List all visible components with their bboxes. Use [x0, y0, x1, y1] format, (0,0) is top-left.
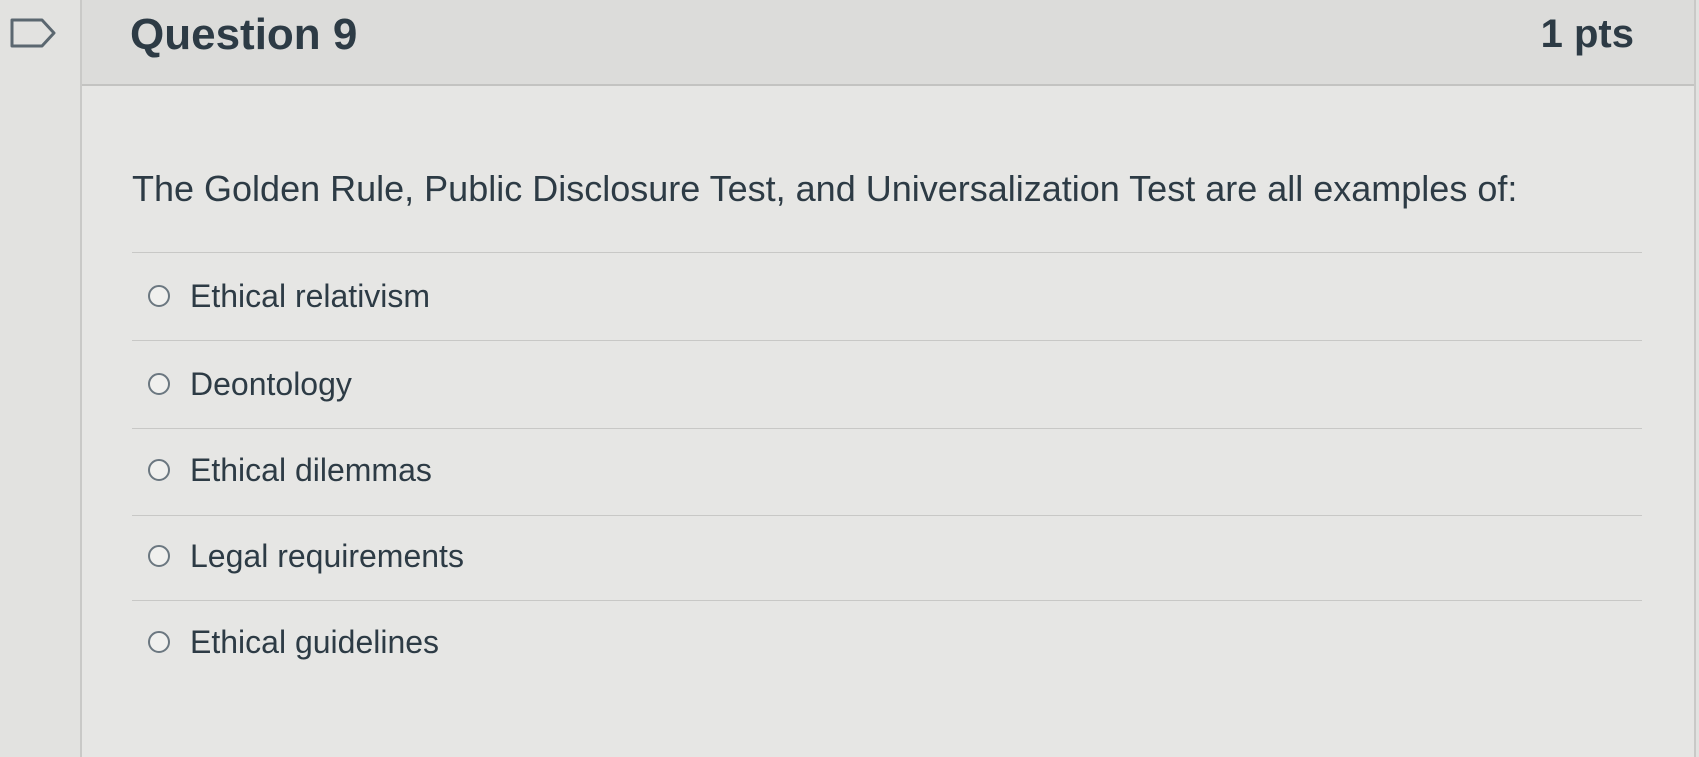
- question-header: Question 9 1 pts: [82, 0, 1694, 86]
- answer-label: Deontology: [190, 365, 352, 402]
- question-text: The Golden Rule, Public Disclosure Test,…: [132, 168, 1518, 209]
- answer-label: Ethical dilemmas: [190, 451, 432, 488]
- radio-unchecked-icon[interactable]: [148, 373, 170, 395]
- answer-label: Legal requirements: [190, 537, 464, 574]
- question-points: 1 pts: [1540, 12, 1634, 56]
- divider: [132, 252, 1642, 253]
- radio-unchecked-icon[interactable]: [148, 631, 170, 653]
- answer-option[interactable]: Ethical dilemmas: [148, 442, 1548, 498]
- answer-option[interactable]: Ethical relativism: [148, 268, 1548, 324]
- radio-unchecked-icon[interactable]: [148, 285, 170, 307]
- flag-question-icon[interactable]: [10, 18, 56, 48]
- divider: [132, 428, 1642, 429]
- radio-unchecked-icon[interactable]: [148, 545, 170, 567]
- answer-option[interactable]: Legal requirements: [148, 528, 1548, 584]
- question-title: Question 9: [130, 10, 358, 59]
- quiz-page: Question 9 1 pts The Golden Rule, Public…: [0, 0, 1699, 757]
- divider: [132, 600, 1642, 601]
- answer-option[interactable]: Ethical guidelines: [148, 614, 1548, 670]
- answer-label: Ethical relativism: [190, 277, 431, 314]
- divider: [132, 340, 1642, 341]
- divider: [132, 515, 1642, 516]
- answer-label: Ethical guidelines: [190, 623, 440, 660]
- answer-option[interactable]: Deontology: [148, 356, 1548, 412]
- radio-unchecked-icon[interactable]: [148, 459, 170, 481]
- question-card: Question 9 1 pts The Golden Rule, Public…: [80, 0, 1696, 757]
